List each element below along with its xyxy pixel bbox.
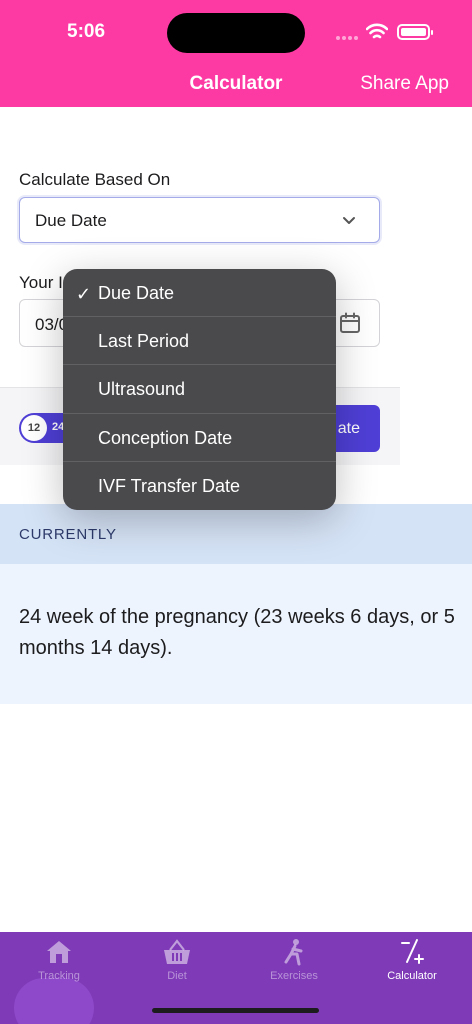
battery-icon (397, 24, 433, 40)
currently-label: CURRENTLY (19, 526, 117, 543)
status-time: 5:06 (67, 21, 106, 42)
tab-diet[interactable]: Diet (127, 938, 227, 982)
tab-label: Tracking (38, 970, 80, 982)
tab-bar-decoration (14, 978, 94, 1024)
tab-tracking[interactable]: Tracking (9, 938, 109, 982)
menu-item-due-date[interactable]: ✓ Due Date (63, 269, 336, 318)
menu-item-label: Ultrasound (98, 379, 186, 400)
calculator-icon (401, 939, 424, 964)
tab-label: Diet (167, 970, 187, 982)
chevron-down-icon (343, 217, 355, 224)
menu-item-conception-date[interactable]: Conception Date (63, 414, 336, 462)
menu-item-ultrasound[interactable]: Ultrasound (63, 365, 336, 414)
tab-label: Calculator (387, 970, 437, 982)
tab-exercises[interactable]: Exercises (244, 938, 344, 982)
signal-icon (336, 36, 358, 40)
basket-icon (164, 939, 190, 964)
header-bar: 5:06 Calculator Share App (0, 0, 472, 107)
menu-item-label: Conception Date (98, 427, 233, 448)
calculate-based-on-label: Calculate Based On (19, 170, 171, 189)
toggle-knob: 12 (21, 415, 47, 441)
home-indicator (152, 1008, 319, 1013)
tab-label: Exercises (270, 970, 318, 982)
checkmark-icon: ✓ (76, 284, 92, 304)
date-label: Your I (19, 273, 63, 292)
select-value: Due Date (35, 211, 107, 230)
wifi-icon (366, 23, 388, 39)
share-app-button[interactable]: Share App (360, 73, 449, 95)
result-text: 24 week of the pregnancy (23 weeks 6 day… (19, 606, 455, 659)
menu-item-label: Due Date (98, 283, 175, 303)
calendar-icon[interactable] (339, 312, 361, 334)
exercise-icon (284, 939, 303, 966)
result-panel: 24 week of the pregnancy (23 weeks 6 day… (0, 564, 472, 704)
menu-item-label: IVF Transfer Date (98, 475, 241, 496)
currently-header: CURRENTLY (0, 504, 472, 564)
calculate-based-on-select[interactable]: Due Date (19, 197, 380, 243)
menu-item-ivf-transfer-date[interactable]: IVF Transfer Date (63, 462, 336, 510)
menu-item-label: Last Period (98, 331, 190, 352)
dynamic-island (167, 13, 305, 53)
house-icon (47, 941, 71, 963)
menu-item-last-period[interactable]: Last Period (63, 317, 336, 366)
tab-calculator[interactable]: Calculator (362, 938, 462, 982)
calculate-based-on-menu: ✓ Due Date Last Period Ultrasound Concep… (63, 269, 336, 510)
